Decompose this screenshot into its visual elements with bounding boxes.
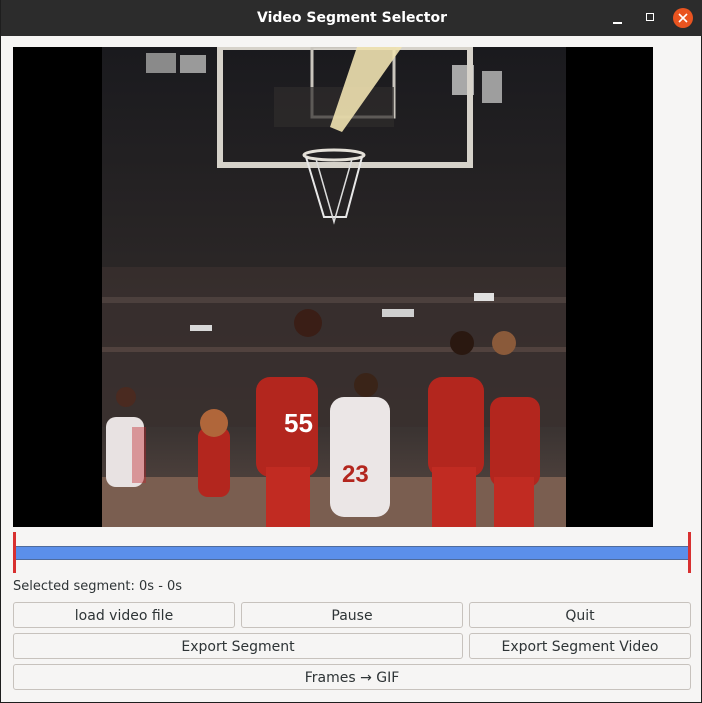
app-window: Video Segment Selector 55 23 Selected se… (0, 0, 702, 703)
window-title: Video Segment Selector (257, 10, 447, 26)
segment-timeline[interactable] (13, 532, 691, 574)
export-segment-video-button[interactable]: Export Segment Video (469, 633, 691, 659)
titlebar[interactable]: Video Segment Selector (1, 0, 702, 36)
load-video-button[interactable]: load video file (13, 602, 235, 628)
export-segment-button[interactable]: Export Segment (13, 633, 463, 659)
svg-text:55: 55 (284, 408, 313, 438)
close-icon[interactable] (673, 8, 693, 28)
pause-button[interactable]: Pause (241, 602, 463, 628)
segment-start-handle[interactable] (13, 532, 16, 573)
segment-end-handle[interactable] (688, 532, 691, 573)
video-frame: 55 23 (102, 47, 566, 527)
frames-to-gif-button[interactable]: Frames → GIF (13, 664, 691, 690)
minimize-icon[interactable] (608, 8, 628, 28)
quit-button[interactable]: Quit (469, 602, 691, 628)
maximize-icon[interactable] (641, 8, 661, 28)
timeline-track[interactable] (15, 546, 691, 560)
segment-status: Selected segment: 0s - 0s (13, 579, 183, 594)
svg-text:23: 23 (342, 461, 369, 488)
video-display: 55 23 (13, 47, 653, 527)
